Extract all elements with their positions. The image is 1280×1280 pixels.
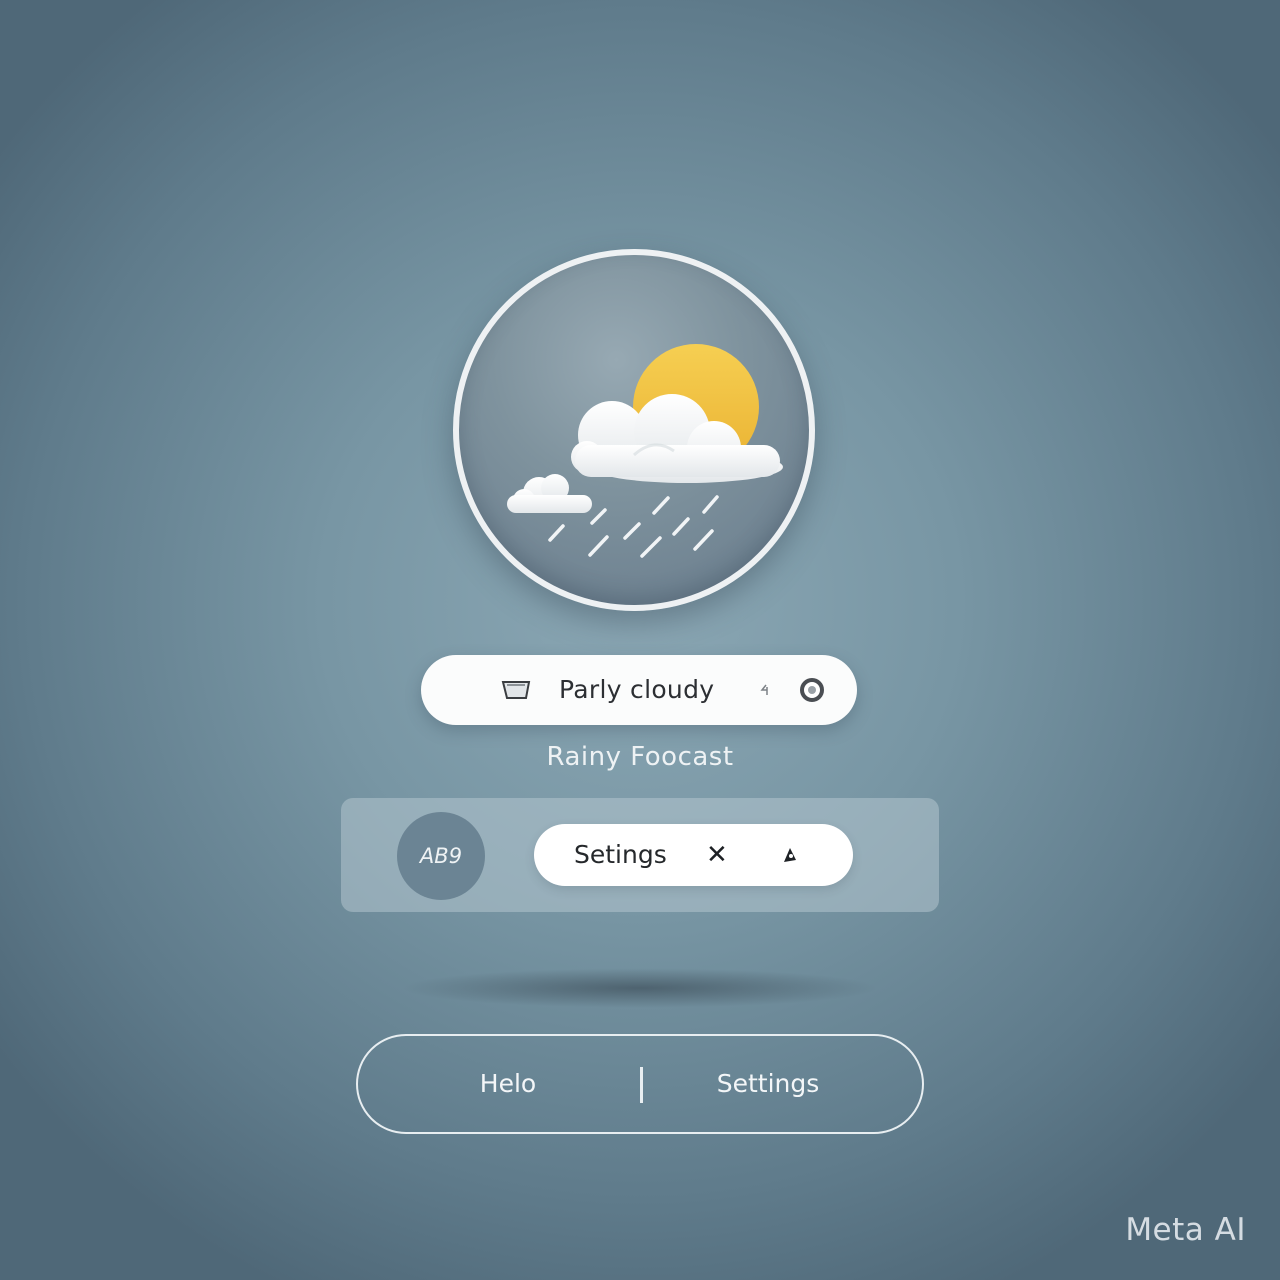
watermark: Meta AI <box>1125 1212 1246 1248</box>
status-text: Parly cloudy <box>559 675 715 704</box>
settings-button[interactable]: Settings <box>678 1036 858 1132</box>
help-button[interactable]: Helo <box>418 1036 598 1132</box>
close-icon[interactable]: ✕ <box>706 824 728 886</box>
bell-icon[interactable] <box>780 845 800 865</box>
settings-pill[interactable]: Setings ✕ <box>534 824 853 886</box>
radio-dot-icon[interactable] <box>799 655 825 725</box>
forecast-subtitle: Rainy Foocast <box>546 742 734 772</box>
bottom-nav-bar: Helo Settings <box>356 1034 924 1134</box>
settings-pill-label: Setings <box>574 840 667 869</box>
bar-divider <box>640 1067 643 1103</box>
settings-panel: AB9 Setings ✕ <box>341 798 939 912</box>
partly-cloudy-rain-icon <box>507 344 783 558</box>
window-icon <box>501 655 531 725</box>
floor-shadow <box>400 968 880 1008</box>
small-cloud-shape <box>507 474 592 513</box>
status-pill[interactable]: Parly cloudy <box>421 655 857 725</box>
weather-icon-circle <box>453 249 815 611</box>
avatar[interactable]: AB9 <box>397 812 485 900</box>
small-glyph-icon <box>759 655 771 725</box>
